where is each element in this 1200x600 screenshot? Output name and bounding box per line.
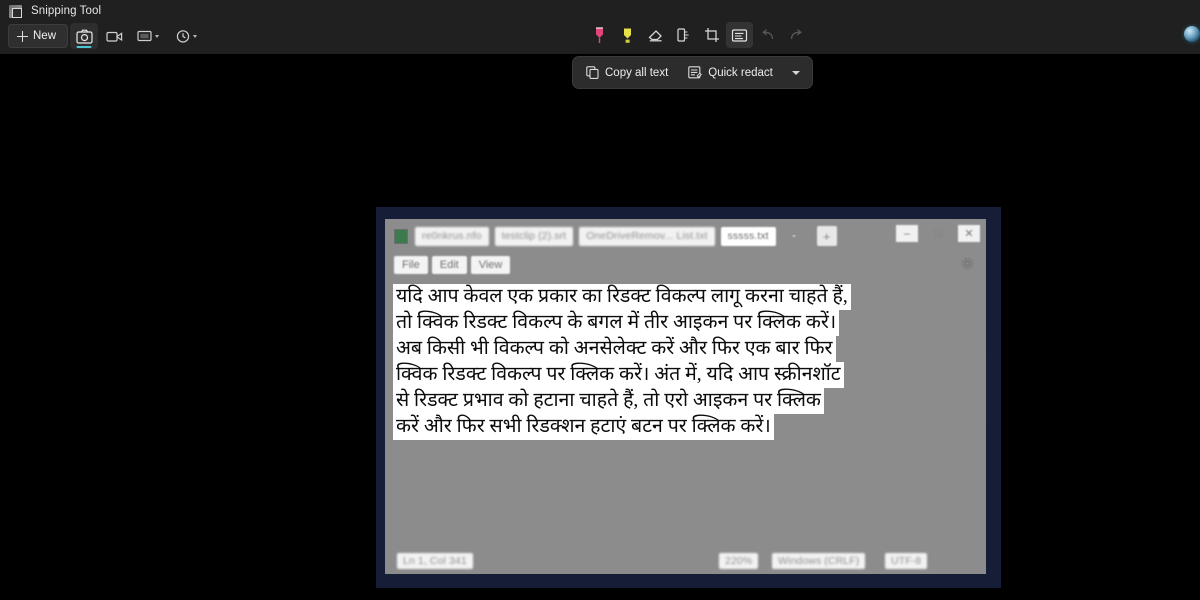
screenshot-mode-button[interactable] [70,23,99,49]
quick-redact-dropdown-button[interactable] [784,60,808,85]
highlighter-icon [624,28,631,43]
snipping-tool-icon [9,4,22,18]
delay-timer-mode-button[interactable] [168,23,204,49]
rectangle-icon [137,30,152,42]
copy-all-text-button[interactable]: Copy all text [577,60,677,85]
cursor-position-status[interactable]: Ln 1, Col 341 [397,553,473,569]
notepad-file-icon [394,228,408,244]
undo-button[interactable] [754,22,781,48]
ruler-protractor-icon [677,28,689,42]
snipping-tool-app: Snipping Tool New Copy all text Quick re… [0,0,1200,600]
notepad-text-area[interactable]: यदि आप केवल एक प्रकार का रिडक्ट विकल्प ल… [385,277,986,548]
snip-shape-mode-button[interactable] [130,23,166,49]
chevron-down-icon [791,70,800,75]
text-line: करें और फिर सभी रिडक्शन हटाएं बटन पर क्ल… [393,414,774,440]
menu-view[interactable]: View [470,256,511,274]
gear-icon[interactable] [961,257,974,270]
notepad-text-content: यदि आप केवल एक प्रकार का रिडक्ट विकल्प ल… [393,284,976,440]
notepad-window-controls: – □ ✕ [896,225,980,242]
encoding-status[interactable]: UTF-8 [885,553,928,569]
ballpoint-pen-tool[interactable] [586,22,613,48]
copy-icon [586,66,599,79]
notepad-window: re0nkrus.nfo testclip (2).srt OneDriveRe… [385,219,986,574]
annotation-toolbar [586,22,809,48]
text-actions-bar: Copy all text Quick redact [572,56,813,89]
highlighter-tool[interactable] [614,22,641,48]
plus-icon [17,30,28,42]
line-ending-status[interactable]: Windows (CRLF) [772,553,866,569]
eraser-icon [648,30,662,42]
quick-redact-label: Quick redact [708,66,773,79]
notepad-tab-active[interactable]: sssss.txt [720,226,776,246]
text-actions-tool[interactable] [726,22,753,48]
ruler-tool[interactable] [670,22,697,48]
zoom-level-status[interactable]: 220% [719,553,759,569]
captured-screenshot-canvas[interactable]: re0nkrus.nfo testclip (2).srt OneDriveRe… [376,207,1001,588]
notepad-tab[interactable]: re0nkrus.nfo [415,226,489,246]
new-capture-button[interactable]: New [8,24,69,48]
maximize-button[interactable]: □ [927,225,949,242]
pen-icon [596,26,603,43]
video-camera-icon [105,31,122,42]
redo-button[interactable] [782,22,809,48]
chevron-down-icon [155,34,160,38]
undo-arrow-icon [761,29,773,40]
app-title: Snipping Tool [31,5,102,17]
new-tab-button[interactable]: + [816,226,837,246]
chevron-down-icon [192,34,197,38]
tab-list-dropdown-button[interactable] [786,227,802,245]
menu-file[interactable]: File [394,256,428,274]
text-line: अब किसी भी विकल्प को अनसेलेक्ट करें और फ… [393,336,836,362]
chevron-down-icon [792,234,797,238]
minimize-button[interactable]: – [896,225,918,242]
notepad-menu-bar: File Edit View [385,253,986,277]
timer-icon [176,30,189,43]
new-button-label: New [33,30,57,42]
text-line: यदि आप केवल एक प्रकार का रिडक्ट विकल्प ल… [393,284,851,310]
copy-all-text-label: Copy all text [605,66,669,79]
text-line: क्विक रिडक्ट विकल्प पर क्लिक करें। अंत म… [393,362,844,388]
text-actions-icon [731,28,748,42]
quick-redact-button[interactable]: Quick redact [679,60,782,85]
video-mode-button[interactable] [100,23,128,49]
camera-icon [75,29,93,44]
crop-icon [704,28,719,42]
notepad-title-bar: re0nkrus.nfo testclip (2).srt OneDriveRe… [385,219,986,253]
menu-edit[interactable]: Edit [431,256,467,274]
notepad-tab[interactable]: testclip (2).srt [494,226,574,246]
text-line: से रिडक्ट प्रभाव को हटाना चाहते हैं, तो … [393,388,824,414]
desktop-orb-decoration [1184,26,1200,42]
notepad-tab-strip: re0nkrus.nfo testclip (2).srt OneDriveRe… [415,219,837,253]
text-line: तो क्विक रिडक्ट विकल्प के बगल में तीर आइ… [393,310,840,336]
close-button[interactable]: ✕ [958,225,980,242]
notepad-tab[interactable]: OneDriveRemov... List.txt [579,226,715,246]
crop-tool[interactable] [698,22,725,48]
capture-controls: New [8,23,204,49]
title-bar: Snipping Tool [0,0,101,22]
redact-list-icon [688,66,703,79]
notepad-status-bar: Ln 1, Col 341 220% Windows (CRLF) UTF-8 [385,548,986,574]
eraser-tool[interactable] [642,22,669,48]
redo-arrow-icon [790,29,802,40]
app-chrome: Snipping Tool New [0,0,1200,54]
